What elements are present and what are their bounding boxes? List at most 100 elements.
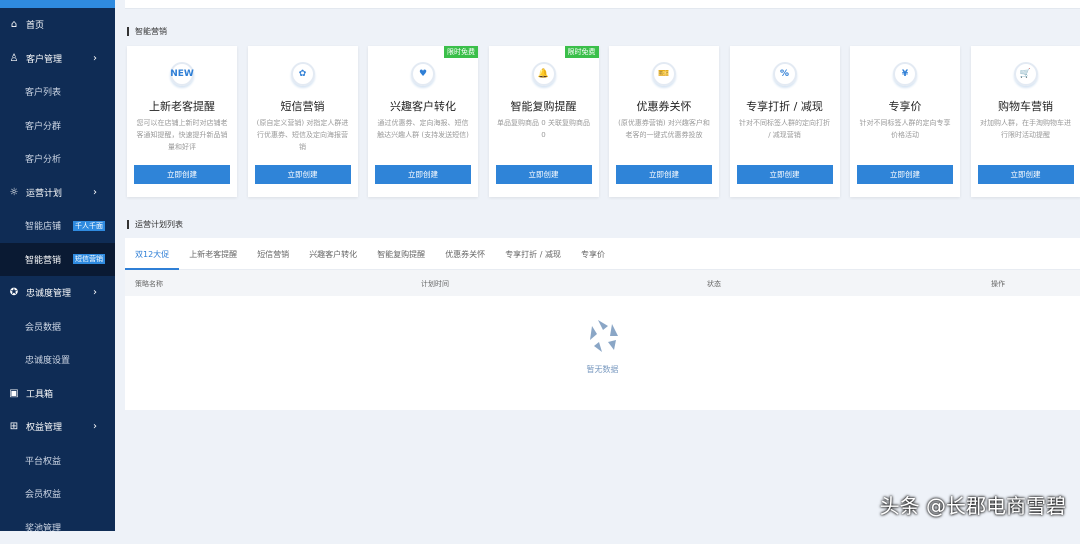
- marketing-card: 限时免费 🔔 智能复购提醒 单品复购商品 0 关联复购商品 0 立即创建: [489, 46, 599, 197]
- watermark: 头条 @长郡电商雪碧: [880, 490, 1066, 519]
- home-icon: ⌂: [8, 19, 20, 30]
- sidebar-item[interactable]: 客户分析: [0, 142, 115, 176]
- sidebar-item-label: 平台权益: [25, 454, 61, 467]
- sidebar-item[interactable]: 智能营销 短信营销: [0, 243, 115, 277]
- card-title: 上新老客提醒: [127, 98, 237, 114]
- section-title-smart-marketing: 智能营销: [127, 27, 167, 36]
- chevron-right-icon: ›: [93, 421, 97, 432]
- sidebar-item[interactable]: 客户列表: [0, 75, 115, 109]
- sidebar-item-label: 客户分群: [25, 119, 61, 132]
- card-icon: 🔔: [532, 62, 556, 86]
- sidebar-item-label: 智能营销: [25, 253, 61, 266]
- sidebar-item[interactable]: ▣ 工具箱: [0, 377, 115, 411]
- sidebar-item-label: 忠诚度设置: [25, 353, 70, 366]
- card-icon: NEW: [170, 62, 194, 86]
- marketing-card: 🎫 优惠券关怀 (原优惠券营销) 对兴趣客户和老客的一键式优惠券投放 立即创建: [609, 46, 719, 197]
- sidebar-item-label: 客户管理: [26, 52, 62, 65]
- tab[interactable]: 专享打折 / 减现: [495, 238, 571, 270]
- card-icon: 🛒: [1014, 62, 1038, 86]
- top-bar: [125, 0, 1080, 9]
- create-now-button[interactable]: 立即创建: [375, 165, 471, 184]
- sidebar-item[interactable]: 平台权益: [0, 444, 115, 478]
- tab[interactable]: 智能复购提醒: [367, 238, 435, 270]
- empty-text: 暂无数据: [125, 364, 1080, 375]
- card-description: (原自定义营销) 对指定人群进行优惠券、短信及定向海报营销: [256, 117, 350, 165]
- sidebar-item-label: 运营计划: [26, 186, 62, 199]
- card-icon: ¥: [893, 62, 917, 86]
- chevron-right-icon: ›: [93, 53, 97, 64]
- create-now-button[interactable]: 立即创建: [616, 165, 712, 184]
- marketing-card: NEW 上新老客提醒 您可以在店铺上新时对店铺老客通知提醒，快速提升新品销量和好…: [127, 46, 237, 197]
- top-strip: [0, 0, 115, 8]
- create-now-button[interactable]: 立即创建: [255, 165, 351, 184]
- create-now-button[interactable]: 立即创建: [134, 165, 230, 184]
- bulb-icon: ☼: [8, 187, 20, 198]
- chevron-right-icon: ›: [93, 187, 97, 198]
- tab[interactable]: 上新老客提醒: [179, 238, 247, 270]
- card-description: (原优惠券营销) 对兴趣客户和老客的一键式优惠券投放: [617, 117, 711, 165]
- sidebar-item-label: 智能店铺: [25, 219, 61, 232]
- sidebar-item[interactable]: ♙ 客户管理 ›: [0, 42, 115, 76]
- sidebar-item[interactable]: 忠诚度设置: [0, 343, 115, 377]
- marketing-card: 🛒 购物车营销 对加购人群，在手淘购物车进行限时活动提醒 立即创建: [971, 46, 1080, 197]
- col-strategy-name: 策略名称: [135, 279, 163, 289]
- card-icon: 🎫: [652, 62, 676, 86]
- section-title-plan-list: 运营计划列表: [127, 220, 183, 229]
- card-description: 对加购人群，在手淘购物车进行限时活动提醒: [979, 117, 1073, 165]
- sidebar-item[interactable]: 奖池管理: [0, 511, 115, 544]
- create-now-button[interactable]: 立即创建: [978, 165, 1074, 184]
- tab[interactable]: 短信营销: [247, 238, 299, 270]
- tab[interactable]: 双12大促: [125, 238, 179, 270]
- users-icon: ♙: [8, 53, 20, 64]
- marketing-card: ✿ 短信营销 (原自定义营销) 对指定人群进行优惠券、短信及定向海报营销 立即创…: [248, 46, 358, 197]
- free-tag: 限时免费: [565, 46, 599, 58]
- create-now-button[interactable]: 立即创建: [496, 165, 592, 184]
- col-plan-time: 计划时间: [421, 279, 449, 289]
- sidebar-item[interactable]: 客户分群: [0, 109, 115, 143]
- card-description: 针对不同标签人群的定向专享价格活动: [858, 117, 952, 165]
- card-title: 专享打折 / 减现: [730, 98, 840, 114]
- plan-list-panel: 双12大促上新老客提醒短信营销兴趣客户转化智能复购提醒优惠券关怀专享打折 / 减…: [125, 238, 1080, 410]
- sidebar-item-label: 首页: [26, 18, 44, 31]
- tab[interactable]: 优惠券关怀: [435, 238, 495, 270]
- card-title: 智能复购提醒: [489, 98, 599, 114]
- tab[interactable]: 兴趣客户转化: [299, 238, 367, 270]
- sidebar-item[interactable]: 智能店铺千人千面: [0, 209, 115, 243]
- marketing-card: % 专享打折 / 减现 针对不同标签人群的定向打折 / 减现营销 立即创建: [730, 46, 840, 197]
- empty-state: 暂无数据: [125, 318, 1080, 375]
- plan-tabs: 双12大促上新老客提醒短信营销兴趣客户转化智能复购提醒优惠券关怀专享打折 / 减…: [125, 238, 1080, 270]
- sidebar-item[interactable]: ⊞权益管理›: [0, 410, 115, 444]
- card-title: 优惠券关怀: [609, 98, 719, 114]
- card-title: 短信营销: [248, 98, 358, 114]
- sidebar-item[interactable]: ✪忠诚度管理›: [0, 276, 115, 310]
- toolbox-icon: ▣: [8, 388, 20, 399]
- sidebar-item[interactable]: 会员数据: [0, 310, 115, 344]
- main-content: 智能营销 NEW 上新老客提醒 您可以在店铺上新时对店铺老客通知提醒，快速提升新…: [115, 0, 1080, 531]
- card-description: 针对不同标签人群的定向打折 / 减现营销: [738, 117, 832, 165]
- sidebar-badge: 短信营销: [73, 254, 105, 264]
- create-now-button[interactable]: 立即创建: [857, 165, 953, 184]
- card-description: 通过优惠券、定向海报、短信触达兴趣人群 (支持发送短信): [376, 117, 470, 165]
- tab[interactable]: 专享价: [571, 238, 615, 270]
- card-title: 专享价: [850, 98, 960, 114]
- card-description: 您可以在店铺上新时对店铺老客通知提醒，快速提升新品销量和好评: [135, 117, 229, 165]
- card-icon: ♥: [411, 62, 435, 86]
- sidebar-item[interactable]: ⌂ 首页: [0, 8, 115, 42]
- table-header: 策略名称 计划时间 状态 操作: [125, 270, 1080, 296]
- sidebar-item-label: 奖池管理: [25, 521, 61, 534]
- sidebar-item-label: 会员权益: [25, 487, 61, 500]
- sidebar-item[interactable]: 会员权益: [0, 477, 115, 511]
- sidebar-item-label: 工具箱: [26, 387, 53, 400]
- col-status: 状态: [707, 279, 721, 289]
- empty-star-icon: [586, 318, 620, 354]
- card-title: 购物车营销: [971, 98, 1080, 114]
- card-icon: %: [773, 62, 797, 86]
- card-description: 单品复购商品 0 关联复购商品 0: [497, 117, 591, 165]
- card-icon: ✿: [291, 62, 315, 86]
- sidebar-item[interactable]: ☼ 运营计划 ›: [0, 176, 115, 210]
- sidebar-item-label: 客户列表: [25, 85, 61, 98]
- create-now-button[interactable]: 立即创建: [737, 165, 833, 184]
- card-title: 兴趣客户转化: [368, 98, 478, 114]
- col-actions: 操作: [991, 279, 1005, 289]
- sidebar: ⌂ 首页 ♙ 客户管理 › 客户列表客户分群客户分析 ☼ 运营计划 › 智能店铺千人千面智能营销 短…: [0, 8, 115, 531]
